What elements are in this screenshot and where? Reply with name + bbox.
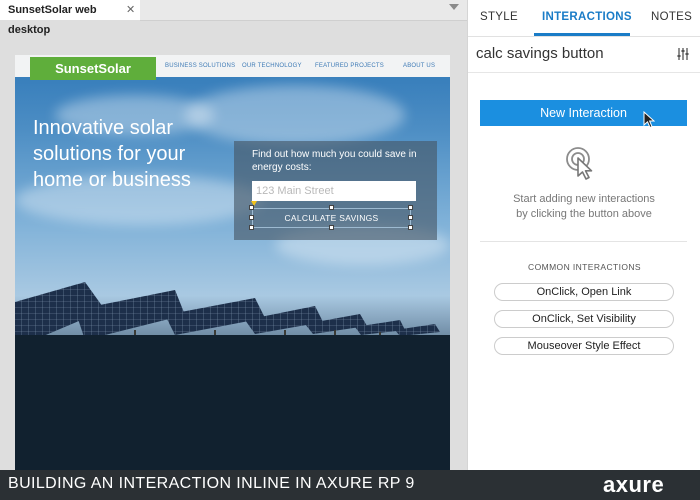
close-icon[interactable]: ✕ (126, 0, 135, 20)
tab-notes[interactable]: NOTES (651, 11, 692, 23)
caption-text: BUILDING AN INTERACTION INLINE IN AXURE … (8, 475, 415, 492)
dark-footer-area (15, 335, 450, 470)
onclick-set-visibility-button[interactable]: OnClick, Set Visibility (494, 310, 674, 328)
document-tab[interactable]: SunsetSolar web desktop ✕ (0, 0, 141, 36)
widget-name: calc savings button (476, 45, 604, 62)
nav-link-featured-projects[interactable]: FEATURED PROJECTS (315, 55, 384, 77)
cloud-shape (185, 85, 405, 145)
active-tab-indicator (534, 33, 630, 36)
divider (480, 241, 687, 242)
design-canvas[interactable]: SunsetSolar web desktop ✕ BUSINESS SOLUT… (0, 0, 467, 470)
selection-handle[interactable] (249, 225, 254, 230)
tab-style[interactable]: STYLE (480, 11, 518, 23)
settings-sliders-icon[interactable] (676, 47, 690, 61)
interactions-panel: STYLE INTERACTIONS NOTES calc savings bu… (467, 0, 700, 470)
website-mockup: BUSINESS SOLUTIONS OUR TECHNOLOGY FEATUR… (15, 55, 450, 470)
selection-handle[interactable] (329, 225, 334, 230)
selection-handle[interactable] (249, 215, 254, 220)
savings-form: Find out how much you could save in ener… (234, 141, 437, 240)
new-interaction-button[interactable]: New Interaction (480, 100, 687, 126)
hero-title: Innovative solar solutions for your home… (33, 117, 191, 191)
tab-menu-icon[interactable] (449, 4, 459, 10)
click-target-icon (566, 147, 593, 180)
mouseover-style-effect-button[interactable]: Mouseover Style Effect (494, 337, 674, 355)
document-tab-title: SunsetSolar web desktop (8, 4, 97, 36)
site-logo[interactable]: SunsetSolar (30, 57, 156, 80)
caption-bar: BUILDING AN INTERACTION INLINE IN AXURE … (0, 470, 700, 500)
nav-link-about-us[interactable]: ABOUT US (403, 55, 435, 77)
address-input[interactable] (252, 181, 416, 201)
selection-handle[interactable] (329, 205, 334, 210)
tab-strip (140, 0, 467, 21)
selection-handle[interactable] (249, 205, 254, 210)
panel-tabs: STYLE INTERACTIONS NOTES (468, 0, 700, 37)
tab-interactions[interactable]: INTERACTIONS (542, 11, 632, 23)
axure-logo: axure (603, 472, 665, 497)
selection-handle[interactable] (408, 205, 413, 210)
form-prompt: Find out how much you could save in ener… (252, 149, 417, 173)
common-interactions-title: COMMON INTERACTIONS (528, 262, 641, 272)
nav-link-business-solutions[interactable]: BUSINESS SOLUTIONS (165, 55, 235, 77)
onclick-open-link-button[interactable]: OnClick, Open Link (494, 283, 674, 301)
mouse-cursor-icon (643, 111, 655, 129)
nav-link-our-technology[interactable]: OUR TECHNOLOGY (242, 55, 302, 77)
selection-handle[interactable] (408, 225, 413, 230)
empty-state-hint: Start adding new interactions by clickin… (513, 193, 655, 220)
selection-handle[interactable] (408, 215, 413, 220)
divider (468, 72, 700, 73)
